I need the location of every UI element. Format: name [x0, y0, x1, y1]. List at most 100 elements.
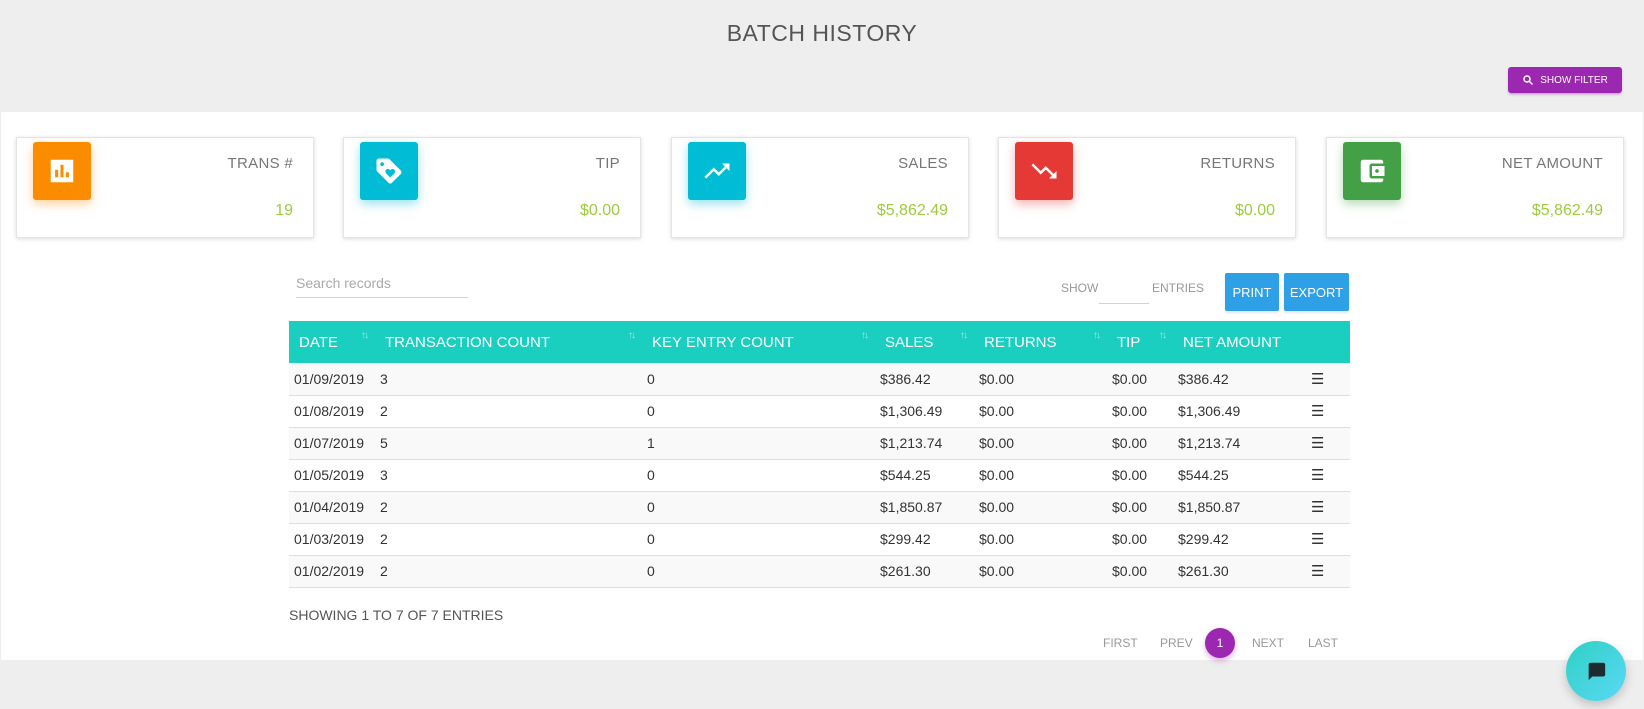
- column-header-tip[interactable]: TIP ↑↓: [1107, 321, 1173, 363]
- sort-icon: ↑↓: [1093, 330, 1101, 341]
- row-menu-icon[interactable]: ☰: [1302, 555, 1350, 587]
- cell-returns: $0.00: [979, 403, 1015, 419]
- cell-sales: $1,213.74: [880, 435, 943, 451]
- row-menu-icon[interactable]: ☰: [1302, 427, 1350, 459]
- chat-bubble-icon: [1588, 662, 1606, 681]
- cell-date: 01/04/2019: [294, 499, 365, 515]
- cell-returns: $0.00: [979, 499, 1015, 515]
- cell-transaction-count: 2: [380, 499, 388, 515]
- cell-transaction-count: 3: [380, 370, 388, 387]
- bar-chart-icon: [50, 159, 74, 183]
- table-row: 01/04/2019 2 0 $1,850.87 $0.00 $0.00 $1,…: [289, 491, 1350, 523]
- card-label: SALES: [898, 155, 948, 172]
- cell-date: 01/07/2019: [294, 435, 365, 451]
- chat-button[interactable]: [1566, 641, 1626, 701]
- column-header-transaction-count[interactable]: TRANSACTION COUNT ↑↓: [375, 321, 642, 363]
- column-header-sales[interactable]: SALES ↑↓: [875, 321, 974, 363]
- cell-tip: $0.00: [1112, 467, 1148, 483]
- card-value: $0.00: [1234, 202, 1275, 219]
- column-header-returns[interactable]: RETURNS ↑↓: [974, 321, 1107, 363]
- column-header-key-entry-count[interactable]: KEY ENTRY COUNT ↑↓: [642, 321, 875, 363]
- cell-transaction-count: 2: [380, 531, 388, 547]
- card-label: NET AMOUNT: [1501, 155, 1603, 172]
- sort-icon: ↑↓: [1159, 330, 1167, 341]
- row-menu-icon[interactable]: ☰: [1302, 491, 1350, 523]
- card-label: TIP: [595, 155, 620, 172]
- cell-transaction-count: 2: [380, 403, 388, 419]
- pagination-page-current[interactable]: 1: [1205, 628, 1235, 658]
- table-row: 01/08/2019 2 0 $1,306.49 $0.00 $0.00 $1,…: [289, 395, 1350, 427]
- card-value: $5,862.49: [1531, 202, 1603, 219]
- cell-sales: $544.25: [880, 467, 931, 483]
- column-header-net-amount: NET AMOUNT: [1183, 333, 1282, 351]
- trending-down-icon: [1031, 163, 1057, 179]
- row-menu-icon[interactable]: ☰: [1302, 459, 1350, 491]
- cell-net-amount: $1,306.49: [1178, 403, 1241, 419]
- cell-transaction-count: 2: [380, 563, 388, 579]
- table-header-row: DATE ↑↓ TRANSACTION COUNT ↑↓ KEY ENTRY COU…: [289, 321, 1350, 363]
- cell-sales: $386.42: [880, 370, 931, 387]
- cell-date: 01/02/2019: [294, 563, 365, 579]
- column-header-date[interactable]: DATE ↑↓: [289, 321, 375, 363]
- sort-icon: ↑↓: [628, 330, 636, 341]
- tag-heart-icon: [376, 158, 402, 184]
- search-input[interactable]: [296, 268, 468, 298]
- cell-key-entry-count: 0: [647, 467, 655, 483]
- card-icon-box: [360, 142, 418, 200]
- card-icon-box: [1015, 142, 1073, 200]
- card-trans-count: TRANS # 19: [16, 137, 314, 238]
- sort-icon: ↑↓: [960, 330, 968, 341]
- card-icon-box: [688, 142, 746, 200]
- cell-sales: $261.30: [880, 563, 931, 579]
- table-row: 01/07/2019 5 1 $1,213.74 $0.00 $0.00 $1,…: [289, 427, 1350, 459]
- cell-tip: $0.00: [1112, 435, 1148, 451]
- cell-tip: $0.00: [1112, 370, 1148, 387]
- table-row: 01/09/2019 3 0 $386.42 $0.00 $0.00 $386.…: [289, 363, 1350, 395]
- entries-count-input[interactable]: [1099, 272, 1149, 304]
- table-row: 01/03/2019 2 0 $299.42 $0.00 $0.00 $299.…: [289, 523, 1350, 555]
- card-label: RETURNS: [1200, 155, 1275, 172]
- cell-tip: $0.00: [1112, 499, 1148, 515]
- cell-net-amount: $299.42: [1178, 531, 1229, 547]
- cell-returns: $0.00: [979, 531, 1015, 547]
- table-row: 01/02/2019 2 0 $261.30 $0.00 $0.00 $261.…: [289, 555, 1350, 587]
- cell-net-amount: $386.42: [1178, 370, 1229, 387]
- page-title: BATCH HISTORY: [726, 20, 918, 46]
- row-menu-icon[interactable]: ☰: [1302, 363, 1350, 395]
- show-filter-label: SHOW FILTER: [1540, 74, 1608, 86]
- cell-transaction-count: 3: [380, 467, 388, 483]
- show-filter-button[interactable]: SHOW FILTER: [1508, 67, 1622, 93]
- sort-icon: ↑↓: [861, 330, 869, 341]
- card-value: 19: [275, 202, 293, 219]
- card-tip: TIP $0.00: [343, 137, 641, 238]
- cell-date: 01/08/2019: [294, 403, 365, 419]
- cell-key-entry-count: 1: [647, 435, 655, 451]
- cell-net-amount: $1,213.74: [1178, 435, 1241, 451]
- pagination-prev[interactable]: PREV: [1160, 636, 1193, 650]
- cell-key-entry-count: 0: [647, 563, 655, 579]
- cell-tip: $0.00: [1112, 531, 1148, 547]
- pagination-last[interactable]: LAST: [1308, 636, 1338, 650]
- wallet-icon: [1360, 159, 1385, 183]
- cell-net-amount: $261.30: [1178, 563, 1229, 579]
- row-menu-icon[interactable]: ☰: [1302, 523, 1350, 555]
- row-menu-icon[interactable]: ☰: [1302, 395, 1350, 427]
- print-button[interactable]: PRINT: [1225, 273, 1279, 311]
- cell-net-amount: $544.25: [1178, 467, 1229, 483]
- card-sales: SALES $5,862.49: [671, 137, 969, 238]
- pagination-first[interactable]: FIRST: [1103, 636, 1138, 650]
- cell-date: 01/05/2019: [294, 467, 365, 483]
- cell-returns: $0.00: [979, 435, 1015, 451]
- entries-label: ENTRIES: [1152, 281, 1205, 295]
- cell-tip: $0.00: [1112, 403, 1148, 419]
- card-icon-box: [1343, 142, 1401, 200]
- trending-up-icon: [704, 163, 730, 179]
- pagination-next[interactable]: NEXT: [1252, 636, 1284, 650]
- cell-returns: $0.00: [979, 370, 1015, 387]
- cell-key-entry-count: 0: [647, 499, 655, 515]
- export-button[interactable]: EXPORT: [1284, 273, 1349, 311]
- card-net-amount: NET AMOUNT $5,862.49: [1326, 137, 1624, 238]
- cell-key-entry-count: 0: [647, 531, 655, 547]
- search-icon: [1523, 75, 1534, 86]
- batch-table: DATE ↑↓ TRANSACTION COUNT ↑↓ KEY ENTRY COU…: [289, 321, 1350, 588]
